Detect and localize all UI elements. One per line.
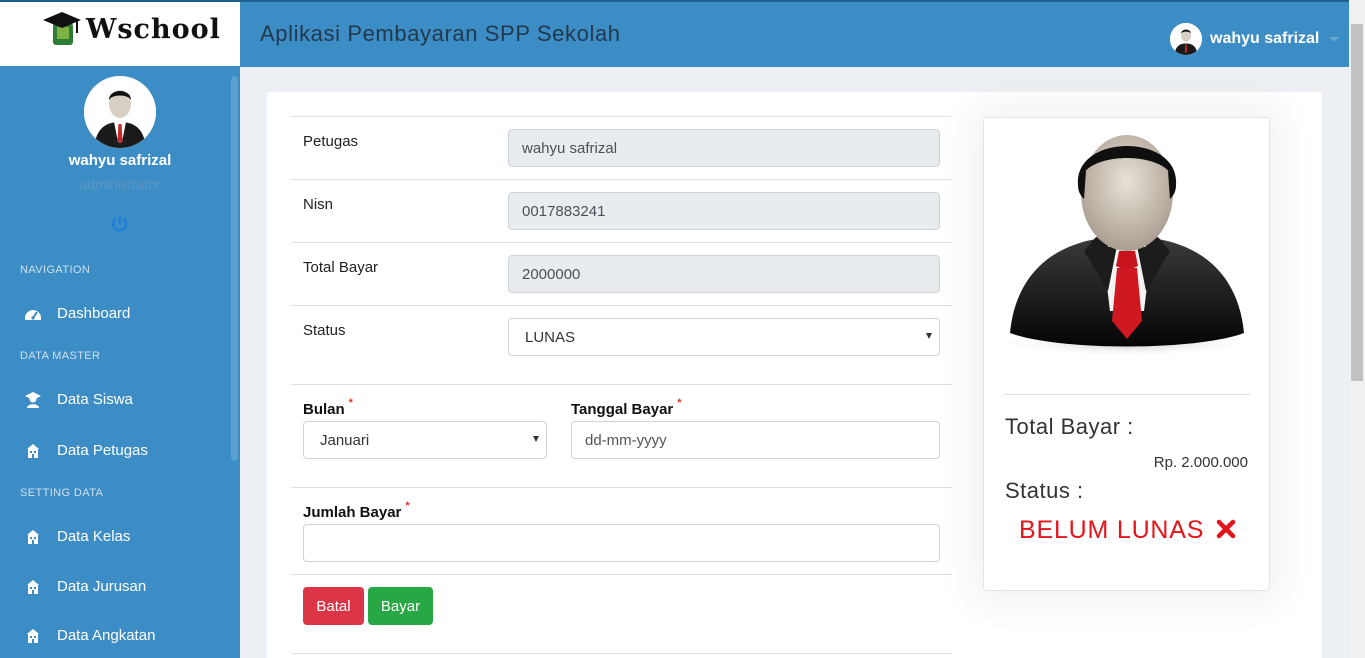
- jumlah-bayar-input[interactable]: [303, 524, 940, 562]
- tanggal-bayar-input[interactable]: dd-mm-yyyy: [571, 421, 940, 459]
- brand-name: Wschool: [86, 14, 221, 45]
- sidebar-item-data-kelas[interactable]: Data Kelas: [0, 519, 231, 555]
- tanggal-bayar-placeholder: dd-mm-yyyy: [585, 431, 667, 449]
- tanggal-bayar-label: Tanggal Bayar *: [571, 397, 682, 418]
- sidebar-item-data-petugas[interactable]: Data Petugas: [0, 433, 231, 469]
- caret-down-icon: [1329, 36, 1340, 42]
- total-bayar-field: 2000000: [508, 255, 940, 293]
- bulan-select[interactable]: Januari: [303, 421, 547, 459]
- nav-heading-data-master: DATA MASTER: [20, 350, 101, 362]
- app-title: Aplikasi Pembayaran SPP Sekolah: [260, 21, 621, 46]
- row-divider: [291, 305, 952, 306]
- sidebar-item-data-siswa[interactable]: Data Siswa: [0, 382, 231, 418]
- student-photo: [997, 135, 1257, 357]
- student-icon: [25, 392, 41, 408]
- sidebar-item-label: Dashboard: [57, 305, 131, 322]
- total-bayar-label: Total Bayar: [303, 259, 379, 276]
- row-divider: [291, 653, 952, 654]
- sidebar-user-role: administrator: [79, 176, 161, 192]
- graduation-cap-icon: [43, 12, 81, 45]
- sidebar-avatar: [84, 76, 156, 148]
- bulan-label: Bulan *: [303, 397, 353, 418]
- brand-logo[interactable]: Wschool: [0, 0, 240, 66]
- select-arrow-icon: [926, 333, 932, 339]
- building-icon: [27, 444, 39, 458]
- user-menu[interactable]: wahyu safrizal: [1170, 23, 1340, 55]
- status-select[interactable]: LUNAS: [508, 318, 940, 356]
- close-icon: [1216, 519, 1236, 539]
- summary-status-label: Status :: [1005, 478, 1084, 503]
- bulan-select-value: Januari: [320, 431, 370, 449]
- sidebar-item-dashboard[interactable]: Dashboard: [0, 296, 231, 332]
- row-divider: [291, 574, 952, 575]
- nisn-field: 0017883241: [508, 192, 940, 230]
- summary-status-text: BELUM LUNAS: [1019, 516, 1205, 544]
- select-arrow-icon: [533, 436, 539, 442]
- nav-heading-setting-data: SETTING DATA: [20, 487, 104, 499]
- building-icon: [27, 580, 39, 594]
- petugas-label: Petugas: [303, 133, 359, 150]
- power-icon[interactable]: [111, 215, 128, 232]
- summary-divider: [1004, 394, 1250, 395]
- nav-heading-navigation: NAVIGATION: [20, 264, 91, 276]
- jumlah-bayar-label-text: Jumlah Bayar: [303, 504, 402, 521]
- sidebar-item-label: Data Jurusan: [57, 578, 147, 595]
- sidebar-item-label: Data Siswa: [57, 391, 133, 408]
- top-header: Aplikasi Pembayaran SPP Sekolah wahyu sa…: [240, 0, 1365, 67]
- row-divider: [291, 242, 952, 243]
- cancel-button[interactable]: Batal: [303, 587, 364, 625]
- bulan-label-text: Bulan: [303, 401, 345, 418]
- sidebar-item-label: Data Kelas: [57, 528, 131, 545]
- sidebar-item-label: Data Angkatan: [57, 627, 156, 644]
- scrollbar-thumb[interactable]: [1351, 24, 1363, 381]
- sidebar-item-label: Data Petugas: [57, 442, 148, 459]
- petugas-field: wahyu safrizal: [508, 129, 940, 167]
- sidebar-item-data-angkatan[interactable]: Data Angkatan: [0, 618, 231, 654]
- status-select-value: LUNAS: [525, 328, 576, 346]
- row-divider: [291, 487, 952, 488]
- row-divider: [291, 384, 952, 385]
- status-label: Status: [303, 322, 346, 339]
- dashboard-icon: [25, 310, 41, 320]
- tanggal-bayar-label-text: Tanggal Bayar: [571, 401, 674, 418]
- required-marker: *: [348, 397, 353, 409]
- user-avatar-icon: [84, 76, 156, 148]
- pay-button[interactable]: Bayar: [368, 587, 433, 625]
- nisn-label: Nisn: [303, 196, 334, 213]
- required-marker: *: [405, 500, 410, 512]
- user-avatar-icon: [1170, 23, 1202, 55]
- building-icon: [27, 629, 39, 643]
- summary-status-value: BELUM LUNAS: [984, 516, 1271, 545]
- building-icon: [27, 530, 39, 544]
- payment-summary-card: Total Bayar : Rp. 2.000.000 Status : BEL…: [983, 117, 1270, 591]
- row-divider: [291, 116, 952, 117]
- page-scrollbar[interactable]: [1349, 0, 1365, 658]
- jumlah-bayar-label: Jumlah Bayar *: [303, 500, 410, 521]
- header-user-name: wahyu safrizal: [1210, 30, 1320, 47]
- required-marker: *: [677, 397, 682, 409]
- summary-total-label: Total Bayar :: [1005, 414, 1134, 439]
- header-avatar: [1170, 23, 1202, 55]
- summary-total-value: Rp. 2.000.000: [1153, 454, 1248, 471]
- sidebar: Wschool wahyu safrizal administrator NAV…: [0, 0, 240, 658]
- sidebar-item-data-jurusan[interactable]: Data Jurusan: [0, 569, 231, 605]
- sidebar-user-name: wahyu safrizal: [68, 152, 172, 169]
- row-divider: [291, 179, 952, 180]
- sidebar-scrollbar[interactable]: [231, 76, 238, 461]
